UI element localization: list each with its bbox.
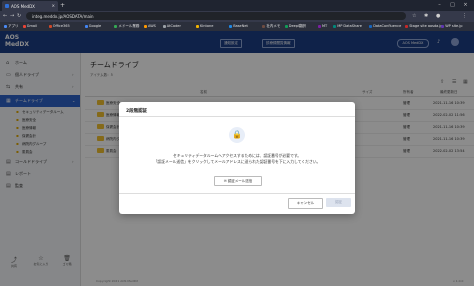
bookmark-icon xyxy=(114,24,118,28)
bookmark-icon xyxy=(196,24,199,28)
dialog-title: 2段階認証 xyxy=(126,109,148,114)
reload-icon[interactable]: ↻ xyxy=(17,13,21,19)
bookmark-icon xyxy=(318,24,321,28)
bookmark-item[interactable]: AWS xyxy=(144,24,156,28)
extensions-icon[interactable]: ✱ xyxy=(424,13,428,19)
bookmark-label: MP DataShare xyxy=(337,24,362,28)
bookmark-item[interactable]: MT xyxy=(318,24,327,28)
bookmark-label: BaseNet xyxy=(233,24,248,28)
back-icon[interactable]: ← xyxy=(3,13,7,19)
bookmark-label: AtCoder xyxy=(166,24,181,28)
bookmark-icon xyxy=(405,24,409,28)
url-text: integ.meddx.jp/AOSDATA/main xyxy=(32,14,94,19)
bookmark-icon xyxy=(229,24,233,28)
bookmark-item[interactable]: Deepl翻訳 xyxy=(284,24,306,29)
bookmark-icon xyxy=(48,24,52,28)
bookmark-icon xyxy=(333,24,337,28)
dialog-message-line2: 「認証メール送信」をクリックしてメールアドレスに送られた認証番号を下に入力してく… xyxy=(153,159,321,164)
bookmark-label: アプリ xyxy=(8,24,19,28)
bookmark-icon xyxy=(144,24,147,28)
bookmark-label: MT xyxy=(322,24,328,28)
bookmark-icon xyxy=(4,24,7,28)
bookmark-icon xyxy=(22,24,26,28)
send-auth-email-button[interactable]: ✉ 認証メール送信 xyxy=(214,176,262,186)
divider xyxy=(119,193,355,194)
bookmark-label: WP site.jp xyxy=(445,24,463,28)
send-label: 認証メール送信 xyxy=(227,179,253,183)
lock-icon: 🔒 xyxy=(232,130,242,139)
bookmark-item[interactable]: AtCoder xyxy=(162,24,181,28)
maximize-icon[interactable]: □ xyxy=(447,1,458,10)
browser-tab[interactable]: AOS MedDX × xyxy=(2,1,58,11)
bookmark-item[interactable]: DataConfluence xyxy=(369,24,401,28)
bookmark-label: Google xyxy=(88,24,102,28)
bookmark-item[interactable]: BaseNet xyxy=(229,24,248,28)
browser-menu-icon[interactable]: ⋮ xyxy=(462,13,467,19)
bookmark-item[interactable]: Kintone xyxy=(196,24,213,28)
bookmark-item[interactable]: 社内メモ xyxy=(262,24,280,29)
bookmark-item[interactable]: WP site.jp xyxy=(441,24,463,28)
bookmark-icon xyxy=(162,24,166,28)
divider xyxy=(119,116,355,117)
browser-tab-bar xyxy=(0,0,474,11)
bookmark-icon xyxy=(369,24,373,28)
bookmark-item[interactable]: メドール業務 xyxy=(114,24,139,29)
bookmark-item[interactable]: Gmail xyxy=(22,24,38,28)
bookmark-label: AWS xyxy=(148,24,156,28)
minimize-icon[interactable]: – xyxy=(434,1,445,10)
bookmark-item[interactable]: Google xyxy=(84,24,102,28)
new-tab-icon[interactable]: + xyxy=(60,2,65,9)
cancel-button[interactable]: キャンセル xyxy=(288,198,323,209)
bookmark-icon xyxy=(441,24,445,28)
profile-icon[interactable]: ● xyxy=(436,13,440,19)
bookmark-item[interactable]: Stage site aosda.jp xyxy=(405,24,443,28)
bookmark-label: DataConfluence xyxy=(373,24,402,28)
authenticate-button[interactable]: 認証 xyxy=(326,198,351,207)
bookmark-item[interactable]: MP DataShare xyxy=(333,24,362,28)
bookmark-label: メドール業務 xyxy=(118,24,140,28)
bookmark-item[interactable]: Office365 xyxy=(48,24,70,28)
window-close-icon[interactable]: × xyxy=(460,1,471,10)
bookmark-label: Kintone xyxy=(200,24,214,28)
forward-icon[interactable]: → xyxy=(10,13,14,19)
bookmark-label: Stage site aosda.jp xyxy=(409,24,443,28)
close-tab-icon[interactable]: × xyxy=(52,3,55,8)
bookmark-icon xyxy=(284,24,288,28)
bookmark-icon xyxy=(84,24,88,28)
bookmark-label: Deepl翻訳 xyxy=(288,24,306,28)
bookmark-label: 社内メモ xyxy=(266,24,281,28)
bookmark-item[interactable]: アプリ xyxy=(4,24,19,29)
favicon-icon xyxy=(5,4,9,8)
star-icon[interactable]: ☆ xyxy=(412,13,416,19)
tab-title: AOS MedDX xyxy=(11,4,35,9)
bookmark-icon xyxy=(262,24,266,28)
bookmark-label: Gmail xyxy=(26,24,38,28)
bookmark-label: Office365 xyxy=(52,24,70,28)
